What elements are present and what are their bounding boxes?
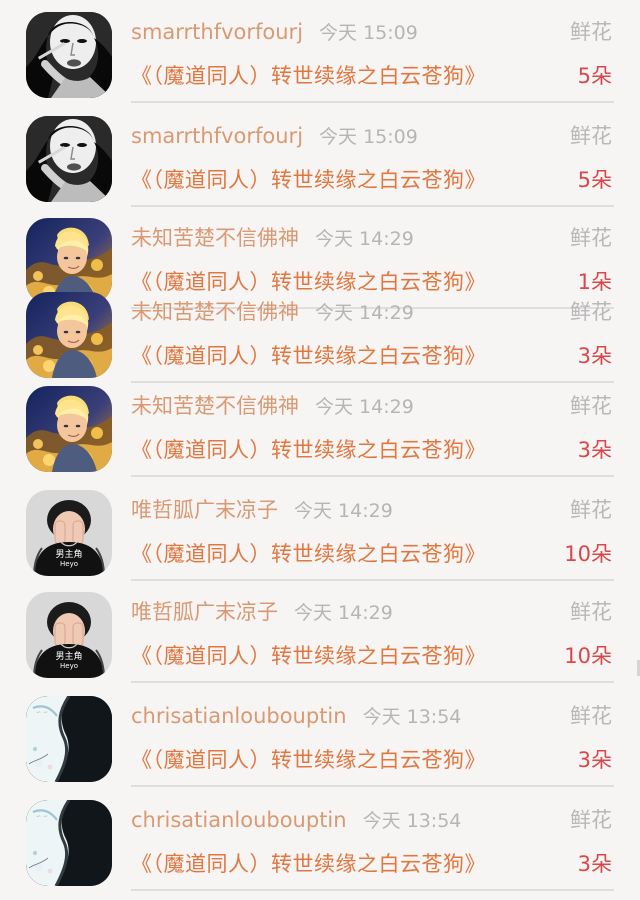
- flower-count: 3朵: [577, 852, 612, 876]
- username-line: 未知苦楚不信佛神 今天 14:29: [131, 224, 414, 253]
- gift-type: 鲜花: [570, 226, 612, 250]
- username[interactable]: 唯哲胍广末凉子: [131, 498, 278, 522]
- flower-count: 5朵: [577, 64, 612, 88]
- row-divider: [131, 889, 614, 891]
- row-divider: [131, 205, 614, 207]
- gift-list-item[interactable]: 男主角 Heyo 唯哲胍广末凉子 今天 14:29 鲜花 《（魔道同人）转世续缘之…: [0, 490, 640, 590]
- avatar-boy-hoodie-icon[interactable]: 男主角 Heyo: [26, 592, 112, 678]
- username-line: smarrthfvorfourj 今天 15:09: [131, 18, 418, 47]
- timestamp: 今天 13:54: [362, 706, 462, 728]
- avatar-woman-smoking-icon[interactable]: [26, 116, 112, 202]
- gift-type: 鲜花: [570, 124, 612, 148]
- book-title-link[interactable]: 《（魔道同人）转世续缘之白云苍狗》: [131, 539, 486, 569]
- gift-type: 鲜花: [570, 808, 612, 832]
- row-divider: [131, 101, 614, 103]
- username[interactable]: chrisatianloubouptin: [131, 808, 347, 832]
- book-title-link[interactable]: 《（魔道同人）转世续缘之白云苍狗》: [131, 61, 486, 91]
- svg-text:Heyo: Heyo: [60, 662, 78, 670]
- timestamp: 今天 14:29: [315, 302, 414, 324]
- timestamp: 今天 15:09: [319, 126, 418, 148]
- timestamp: 今天 14:29: [294, 602, 393, 624]
- row-divider: [131, 579, 614, 581]
- gift-list-item[interactable]: 未知苦楚不信佛神 今天 14:29 鲜花 《（魔道同人）转世续缘之白云苍狗》 3朵: [0, 292, 640, 392]
- row-divider: [131, 785, 614, 787]
- gift-type: 鲜花: [570, 498, 612, 522]
- timestamp: 今天 14:29: [315, 396, 414, 418]
- book-title-link[interactable]: 《（魔道同人）转世续缘之白云苍狗》: [131, 435, 486, 465]
- avatar-ink-vase-icon[interactable]: ∽ ∽: [26, 800, 112, 886]
- gift-list-item[interactable]: 未知苦楚不信佛神 今天 14:29 鲜花 《（魔道同人）转世续缘之白云苍狗》 3朵: [0, 386, 640, 486]
- timestamp: 今天 13:54: [362, 810, 462, 832]
- svg-text:Heyo: Heyo: [60, 560, 78, 568]
- book-title-link[interactable]: 《（魔道同人）转世续缘之白云苍狗》: [131, 641, 486, 671]
- timestamp: 今天 14:29: [315, 228, 414, 250]
- avatar-woman-smoking-icon[interactable]: [26, 12, 112, 98]
- timestamp: 今天 15:09: [319, 22, 418, 44]
- gift-type: 鲜花: [570, 394, 612, 418]
- row-divider: [131, 475, 614, 477]
- avatar-ink-vase-icon[interactable]: ∽ ∽: [26, 696, 112, 782]
- gift-list-item[interactable]: ∽ ∽ chrisatianloubouptin 今天 13:54 鲜花 《（魔道…: [0, 696, 640, 796]
- username-line: chrisatianloubouptin 今天 13:54: [131, 806, 461, 835]
- svg-text:∽ ∽: ∽ ∽: [36, 709, 48, 716]
- avatar-anime-blonde-icon[interactable]: [26, 386, 112, 472]
- username-line: 唯哲胍广末凉子 今天 14:29: [131, 598, 393, 627]
- row-divider: [131, 681, 614, 683]
- timestamp: 今天 14:29: [294, 500, 393, 522]
- avatar-boy-hoodie-icon[interactable]: 男主角 Heyo: [26, 490, 112, 576]
- username-line: chrisatianloubouptin 今天 13:54: [131, 702, 461, 731]
- book-title-link[interactable]: 《（魔道同人）转世续缘之白云苍狗》: [131, 745, 486, 775]
- username[interactable]: 未知苦楚不信佛神: [131, 394, 299, 418]
- username[interactable]: 未知苦楚不信佛神: [131, 226, 299, 250]
- username[interactable]: smarrthfvorfourj: [131, 20, 303, 44]
- gift-list-item[interactable]: 男主角 Heyo 唯哲胍广末凉子 今天 14:29 鲜花 《（魔道同人）转世续缘之…: [0, 592, 640, 692]
- avatar-anime-blonde-icon[interactable]: [26, 292, 112, 378]
- username[interactable]: 未知苦楚不信佛神: [131, 300, 299, 324]
- username-line: smarrthfvorfourj 今天 15:09: [131, 122, 418, 151]
- username[interactable]: smarrthfvorfourj: [131, 124, 303, 148]
- svg-text:∽ ∽: ∽ ∽: [36, 813, 48, 820]
- book-title-link[interactable]: 《（魔道同人）转世续缘之白云苍狗》: [131, 165, 486, 195]
- gift-type: 鲜花: [570, 704, 612, 728]
- gift-type: 鲜花: [570, 20, 612, 44]
- username[interactable]: chrisatianloubouptin: [131, 704, 347, 728]
- flower-count: 10朵: [564, 644, 612, 668]
- gift-list-item[interactable]: smarrthfvorfourj 今天 15:09 鲜花 《（魔道同人）转世续缘之…: [0, 116, 640, 216]
- svg-text:男主角: 男主角: [55, 548, 82, 560]
- username[interactable]: 唯哲胍广末凉子: [131, 600, 278, 624]
- flower-count: 3朵: [577, 438, 612, 462]
- row-divider: [131, 381, 614, 383]
- flower-count: 5朵: [577, 168, 612, 192]
- flower-count: 3朵: [577, 748, 612, 772]
- flower-count: 3朵: [577, 344, 612, 368]
- username-line: 未知苦楚不信佛神 今天 14:29: [131, 392, 414, 421]
- gift-list-item[interactable]: smarrthfvorfourj 今天 15:09 鲜花 《（魔道同人）转世续缘之…: [0, 12, 640, 112]
- username-line: 唯哲胍广末凉子 今天 14:29: [131, 496, 393, 525]
- book-title-link[interactable]: 《（魔道同人）转世续缘之白云苍狗》: [131, 341, 486, 371]
- gift-type: 鲜花: [570, 300, 612, 324]
- gift-list-item[interactable]: ∽ ∽ chrisatianloubouptin 今天 13:54 鲜花 《（魔道…: [0, 800, 640, 900]
- svg-text:男主角: 男主角: [55, 650, 82, 662]
- book-title-link[interactable]: 《（魔道同人）转世续缘之白云苍狗》: [131, 849, 486, 879]
- gift-feed-list: smarrthfvorfourj 今天 15:09 鲜花 《（魔道同人）转世续缘之…: [0, 0, 640, 891]
- username-line: 未知苦楚不信佛神 今天 14:29: [131, 298, 414, 327]
- gift-type: 鲜花: [570, 600, 612, 624]
- flower-count: 10朵: [564, 542, 612, 566]
